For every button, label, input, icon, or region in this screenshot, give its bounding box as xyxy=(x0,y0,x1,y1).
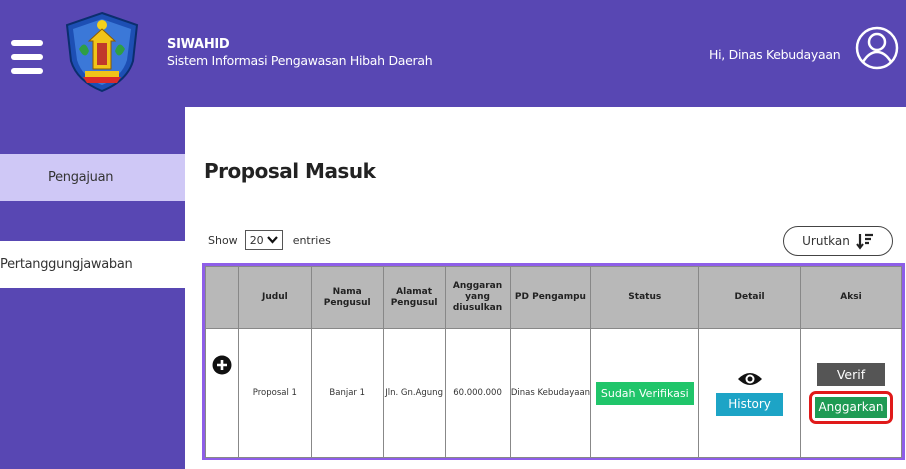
entries-label: entries xyxy=(292,233,331,247)
table-header-row: Judul Nama Pengusul Alamat Pengusul Angg… xyxy=(205,266,902,329)
app-subtitle: Sistem Informasi Pengawasan Hibah Daerah xyxy=(167,53,433,68)
brand-block: SIWAHID Sistem Informasi Pengawasan Hiba… xyxy=(167,37,433,69)
show-label: Show xyxy=(208,233,238,247)
cell-judul: Proposal 1 xyxy=(237,328,312,458)
user-greeting: Hi, Dinas Kebudayaan xyxy=(709,47,841,62)
sort-button[interactable]: Urutkan xyxy=(783,226,893,256)
eye-icon[interactable] xyxy=(737,371,763,387)
cell-nama-pengusul: Banjar 1 xyxy=(310,328,384,458)
history-button[interactable]: History xyxy=(716,392,783,416)
sidebar-item-label: Pengajuan xyxy=(48,170,114,185)
verif-button[interactable]: Verif xyxy=(817,362,885,386)
cell-status: Sudah Verifikasi xyxy=(590,328,700,458)
col-header-nama-pengusul: Nama Pengusul xyxy=(310,266,384,329)
cell-alamat-pengusul: Jln. Gn.Agung xyxy=(382,328,446,458)
sidebar: Pengajuan Pertanggungjawaban xyxy=(0,107,185,469)
logo-emblem xyxy=(65,11,139,93)
col-header-aksi: Aksi xyxy=(800,266,902,329)
plus-circle-icon[interactable] xyxy=(212,355,232,375)
col-header-expand xyxy=(205,266,239,329)
entries-select[interactable]: 20 xyxy=(244,230,283,250)
cell-pd-pengampu: Dinas Kebudayaan xyxy=(509,328,592,458)
app-name: SIWAHID xyxy=(167,37,230,52)
anggarkan-button[interactable]: Anggarkan xyxy=(815,396,887,418)
table-row: Proposal 1 Banjar 1 Jln. Gn.Agung 60.000… xyxy=(205,328,902,458)
expand-cell xyxy=(205,328,239,458)
proposal-table: Judul Nama Pengusul Alamat Pengusul Angg… xyxy=(202,263,905,460)
col-header-detail: Detail xyxy=(698,266,801,329)
page-title: Proposal Masuk xyxy=(204,159,376,183)
entries-control: Show 20 entries xyxy=(208,230,331,250)
col-header-status: Status xyxy=(590,266,700,329)
sidebar-item-label: Pertanggungjawaban xyxy=(0,257,133,272)
chevron-down-icon xyxy=(266,236,278,244)
sort-label: Urutkan xyxy=(802,234,850,248)
entries-value: 20 xyxy=(249,233,264,247)
status-badge: Sudah Verifikasi xyxy=(595,381,694,405)
col-header-pd-pengampu: PD Pengampu xyxy=(509,266,592,329)
col-header-anggaran: Anggaran yang diusulkan xyxy=(444,266,511,329)
cell-aksi: Verif Anggarkan xyxy=(800,328,902,458)
hamburger-menu-icon[interactable] xyxy=(11,40,43,74)
app-root: SIWAHID Sistem Informasi Pengawasan Hiba… xyxy=(0,0,906,469)
col-header-judul: Judul xyxy=(237,266,312,329)
anggarkan-highlight: Anggarkan xyxy=(809,390,893,424)
cell-detail: History xyxy=(698,328,801,458)
cell-anggaran: 60.000.000 xyxy=(444,328,511,458)
sidebar-item-pertanggungjawaban[interactable]: Pertanggungjawaban xyxy=(0,241,185,288)
col-header-alamat-pengusul: Alamat Pengusul xyxy=(382,266,446,329)
user-avatar-icon[interactable] xyxy=(855,26,899,70)
sidebar-item-pengajuan[interactable]: Pengajuan xyxy=(0,154,185,201)
top-header: SIWAHID Sistem Informasi Pengawasan Hiba… xyxy=(0,0,906,107)
sort-icon xyxy=(856,233,873,250)
